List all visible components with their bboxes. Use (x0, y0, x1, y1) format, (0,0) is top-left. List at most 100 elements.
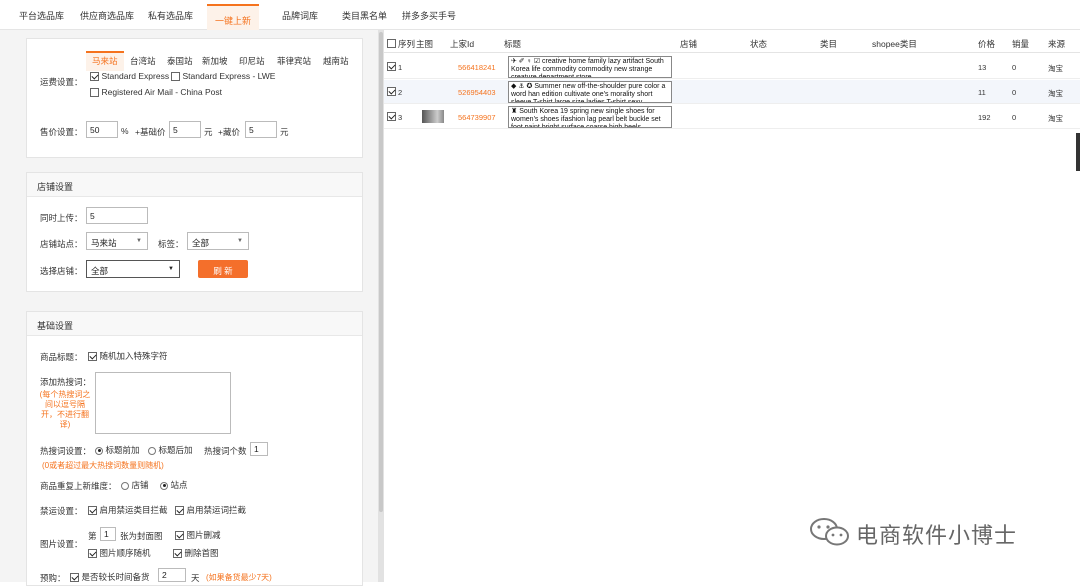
option-label: Standard Express (101, 71, 170, 81)
shipping-panel (26, 38, 363, 158)
radio-icon[interactable] (148, 446, 156, 455)
preorder-days-input[interactable]: 2 (158, 568, 186, 582)
hotword-setting-label: 热搜词设置： (40, 446, 92, 456)
choose-store-select[interactable]: 全部 ▼ (86, 260, 180, 278)
store-site-select[interactable]: 马来站 ▼ (86, 232, 148, 250)
window-edge-handle[interactable] (1076, 133, 1080, 171)
row-sales: 0 (1012, 113, 1017, 122)
extra-price-input[interactable]: 5 (245, 121, 277, 138)
image-delete-first-option[interactable]: 删除首图 (173, 547, 219, 559)
checkbox-icon[interactable] (70, 573, 79, 583)
product-thumbnail[interactable] (422, 110, 444, 123)
base-price-input[interactable]: 5 (169, 121, 201, 138)
row-title-field[interactable]: ♜ South Korea 19 spring new single shoes… (508, 106, 672, 128)
tag-select[interactable]: 全部 ▼ (187, 232, 249, 250)
checkbox-icon[interactable] (387, 61, 396, 71)
shipping-option-registered-air-mail[interactable]: Registered Air Mail - China Post (90, 87, 222, 98)
tag-label: 标签： (158, 239, 184, 249)
row-title-field[interactable]: ✈ ✐ ♀ ☑ creative home family lazy artifa… (508, 56, 672, 78)
table-row[interactable]: 2 526954403 ◆ ⚓ ✪ Summer new off-the-sho… (384, 80, 1080, 104)
hotword-back-radio[interactable]: 标题后加 (148, 444, 193, 456)
scrollbar-thumb[interactable] (379, 32, 383, 512)
hotword-front-radio[interactable]: 标题前加 (95, 444, 140, 456)
title-label: 商品标题： (40, 352, 83, 362)
radio-icon[interactable] (95, 446, 103, 455)
option-label: Registered Air Mail - China Post (101, 87, 222, 97)
image-random-option[interactable]: 图片顺序随机 (88, 547, 151, 559)
repeat-label: 商品重复上新维度： (40, 481, 117, 491)
store-panel-header: 店铺设置 (27, 173, 362, 197)
checkbox-icon[interactable] (88, 506, 97, 516)
shipping-option-standard-express-lwe[interactable]: Standard Express - LWE (171, 71, 275, 82)
tab-one-click-listing[interactable]: 一键上新 (207, 4, 260, 30)
option-label: 标题前加 (105, 445, 140, 455)
hotword-textarea[interactable] (95, 372, 231, 434)
image-nth-suffix: 张为封面图 (120, 531, 163, 541)
site-tab-thailand[interactable]: 泰国站 (167, 55, 193, 67)
watermark-text: 电商软件小博士 (856, 523, 1018, 548)
repeat-site-radio[interactable]: 站点 (160, 479, 188, 491)
site-tab-singapore[interactable]: 新加坡 (202, 55, 228, 67)
tab-platform-library[interactable]: 平台选品库 (19, 9, 64, 22)
row-price: 13 (978, 63, 987, 72)
table-header: 序列 主图 上家Id 标题 店铺 状态 类目 shopee类目 价格 销量 来源 (384, 36, 1080, 53)
store-site-label: 店铺站点： (40, 239, 83, 249)
ban-word-option[interactable]: 启用禁运词拦截 (175, 504, 246, 516)
title-random-option[interactable]: 随机加入特殊字符 (88, 350, 168, 362)
row-checkbox[interactable] (387, 111, 396, 121)
checkbox-icon[interactable] (171, 72, 180, 82)
ban-category-option[interactable]: 启用禁运类目拦截 (88, 504, 168, 516)
tab-supplier-library[interactable]: 供应商选品库 (80, 9, 134, 22)
image-nth-prefix: 第 (88, 531, 97, 541)
concurrent-input[interactable]: 5 (86, 207, 148, 224)
price-percent-input[interactable]: 50 (86, 121, 118, 138)
site-tab-indonesia[interactable]: 印尼站 (239, 55, 265, 67)
chevron-down-icon: ▼ (136, 238, 142, 244)
row-supplier-id-link[interactable]: 566418241 (458, 63, 496, 72)
site-tab-malaysia[interactable]: 马来站 (86, 51, 124, 71)
site-tab-vietnam[interactable]: 越南站 (323, 55, 349, 67)
row-index: 2 (398, 88, 403, 97)
shipping-option-standard-express[interactable]: Standard Express (90, 71, 170, 82)
site-tab-philippines[interactable]: 菲律宾站 (277, 55, 311, 67)
radio-icon[interactable] (160, 481, 168, 490)
tab-pdd-buyer[interactable]: 拼多多买手号 (402, 9, 456, 22)
table-row[interactable]: 3 564739907 ♜ South Korea 19 spring new … (384, 105, 1080, 129)
repeat-store-radio[interactable]: 店铺 (121, 479, 149, 491)
image-cut-option[interactable]: 图片删减 (175, 529, 221, 541)
row-supplier-id-link[interactable]: 564739907 (458, 113, 496, 122)
tab-private-library[interactable]: 私有选品库 (148, 9, 193, 22)
extra-price-unit: 元 (280, 127, 289, 137)
row-supplier-id-link[interactable]: 526954403 (458, 88, 496, 97)
checkbox-icon[interactable] (387, 39, 396, 49)
tab-brand-words[interactable]: 品牌词库 (282, 9, 318, 22)
checkbox-icon[interactable] (88, 352, 97, 362)
row-checkbox[interactable] (387, 61, 396, 71)
ban-label: 禁运设置： (40, 506, 83, 516)
preorder-hint: (如果备货最少7天) (206, 573, 272, 582)
image-nth-input[interactable]: 1 (100, 527, 116, 541)
site-tab-taiwan[interactable]: 台湾站 (130, 55, 156, 67)
checkbox-icon[interactable] (387, 111, 396, 121)
preorder-option[interactable]: 是否较长时间备货 (70, 571, 150, 583)
checkbox-icon[interactable] (175, 506, 184, 516)
checkbox-icon[interactable] (90, 88, 99, 98)
row-checkbox[interactable] (387, 86, 396, 96)
radio-icon[interactable] (121, 481, 129, 490)
row-title-field[interactable]: ◆ ⚓ ✪ Summer new off-the-shoulder pure c… (508, 81, 672, 103)
checkbox-icon[interactable] (175, 531, 184, 541)
checkbox-icon[interactable] (387, 86, 396, 96)
checkbox-icon[interactable] (88, 549, 97, 559)
table-row[interactable]: 1 566418241 ✈ ✐ ♀ ☑ creative home family… (384, 55, 1080, 79)
hotword-count-input[interactable]: 1 (250, 442, 268, 456)
refresh-button[interactable]: 刷 新 (198, 260, 248, 278)
tab-category-blacklist[interactable]: 类目黑名单 (342, 9, 387, 22)
checkbox-icon[interactable] (90, 72, 99, 82)
base-price-unit: 元 (204, 127, 213, 137)
option-label: 删除首图 (184, 548, 219, 558)
col-source: 来源 (1048, 39, 1066, 49)
checkbox-icon[interactable] (173, 549, 182, 559)
col-category: 类目 (820, 39, 838, 49)
hotword-label: 添加热搜词： (40, 377, 92, 387)
select-all-checkbox[interactable] (387, 38, 396, 49)
